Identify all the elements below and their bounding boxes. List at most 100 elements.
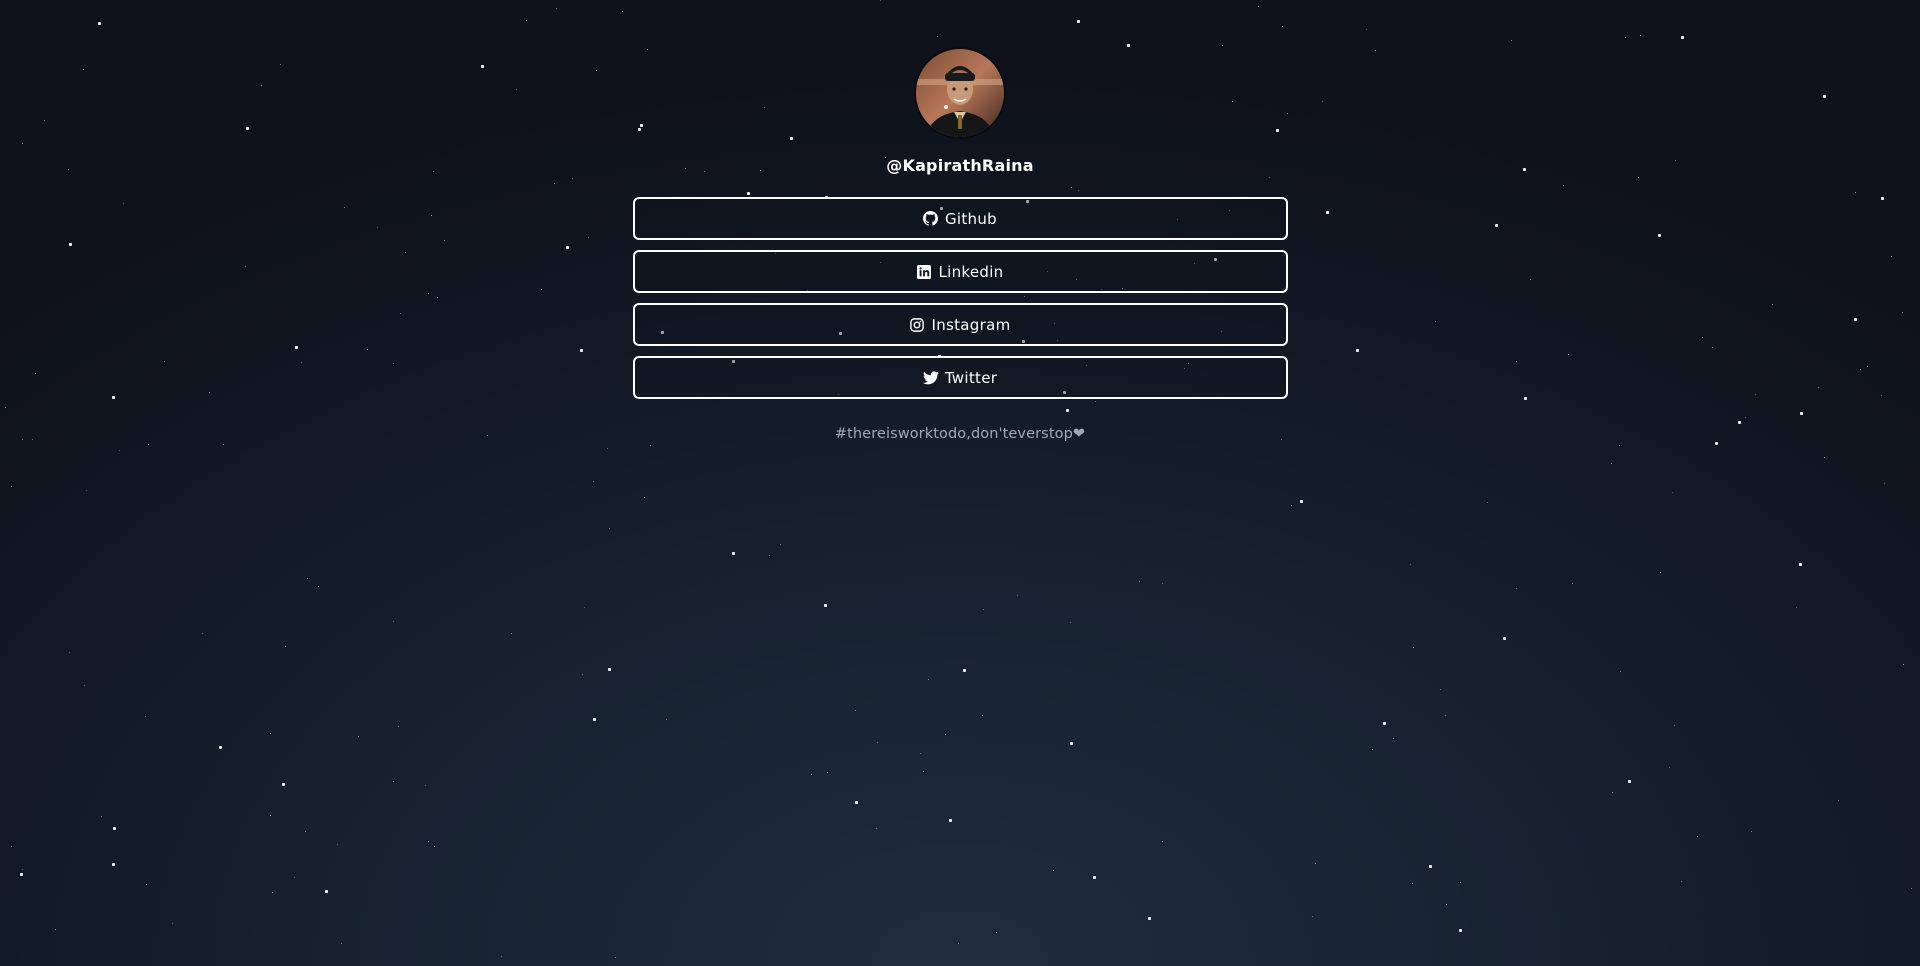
profile-photo-icon [916, 49, 1004, 137]
star-dot [223, 444, 224, 445]
star-dot [963, 669, 966, 672]
star-dot [119, 450, 120, 451]
star-dot [1372, 749, 1373, 750]
star-dot [86, 490, 87, 491]
star-dot [398, 726, 399, 727]
star-dot [958, 943, 959, 944]
star-dot [1300, 500, 1303, 503]
star-dot [1459, 929, 1462, 932]
star-dot [1139, 581, 1140, 582]
star-dot [876, 828, 877, 829]
star-dot [1751, 831, 1752, 832]
star-dot [434, 846, 435, 847]
star-dot [1612, 792, 1613, 793]
star-dot [1503, 637, 1506, 640]
star-dot [1903, 664, 1904, 665]
star-dot [270, 733, 271, 734]
star-dot [666, 719, 667, 720]
star-dot [1393, 738, 1394, 739]
star-dot [101, 816, 102, 817]
instagram-label: Instagram [931, 315, 1011, 334]
star-dot [1620, 671, 1621, 672]
star-dot [923, 771, 924, 772]
star-dot [1681, 881, 1682, 882]
star-dot [593, 481, 594, 482]
star-dot [501, 956, 502, 957]
star-dot [920, 753, 921, 754]
star-dot [1413, 647, 1414, 648]
star-dot [112, 863, 115, 866]
star-dot [824, 604, 827, 607]
twitter-icon [922, 370, 939, 386]
instagram-link-button[interactable]: Instagram [632, 303, 1288, 346]
username-handle: @KapirathRaina [886, 156, 1034, 175]
star-dot [1838, 800, 1839, 801]
star-dot [1412, 883, 1413, 884]
star-dot [219, 746, 222, 749]
linkedin-label: Linkedin [938, 262, 1004, 281]
star-dot [1487, 502, 1488, 503]
star-dot [341, 943, 342, 944]
star-dot [325, 890, 328, 893]
star-dot [582, 674, 583, 675]
star-dot [732, 552, 735, 555]
star-dot [1611, 463, 1612, 464]
profile-page: @KapirathRaina Github Linkedin Instagram… [0, 0, 1920, 442]
star-dot [1824, 457, 1825, 458]
star-dot [1572, 583, 1573, 584]
star-dot [270, 815, 271, 816]
star-dot [1410, 564, 1411, 565]
star-dot [69, 652, 70, 653]
star-dot [511, 633, 512, 634]
star-dot [1053, 870, 1054, 871]
star-dot [20, 873, 23, 876]
star-dot [1460, 882, 1461, 883]
star-dot [393, 621, 394, 622]
star-dot [11, 846, 12, 847]
star-dot [1660, 572, 1661, 573]
star-dot [1315, 863, 1316, 864]
star-dot [650, 445, 651, 446]
star-dot [1017, 595, 1018, 596]
star-dot [428, 841, 429, 842]
star-dot [949, 819, 952, 822]
star-dot [113, 827, 116, 830]
star-dot [294, 877, 295, 878]
star-dot [615, 957, 616, 958]
star-dot [148, 444, 149, 445]
star-dot [393, 781, 394, 782]
github-link-button[interactable]: Github [632, 197, 1288, 240]
star-dot [1628, 780, 1631, 783]
star-dot [593, 718, 596, 721]
star-dot [172, 923, 173, 924]
star-dot [1162, 841, 1163, 842]
star-dot [1446, 904, 1447, 905]
twitter-link-button[interactable]: Twitter [632, 356, 1288, 399]
star-dot [811, 774, 812, 775]
star-dot [769, 555, 770, 556]
star-dot [11, 486, 12, 487]
star-dot [1383, 722, 1386, 725]
star-dot [1715, 442, 1718, 445]
star-dot [318, 586, 319, 587]
star-dot [1799, 563, 1802, 566]
star-dot [337, 844, 338, 845]
star-dot [827, 772, 828, 773]
footer-tagline: #thereisworktodo,don'teverstop❤ [835, 426, 1085, 442]
heart-icon: ❤ [1072, 426, 1086, 442]
star-dot [1312, 916, 1313, 917]
star-dot [272, 892, 273, 893]
star-dot [202, 633, 203, 634]
star-dot [1070, 742, 1073, 745]
star-dot [982, 715, 983, 716]
star-dot [307, 578, 308, 579]
star-dot [607, 448, 608, 449]
star-dot [282, 783, 285, 786]
star-dot [1796, 607, 1797, 608]
star-dot [55, 929, 56, 930]
linkedin-link-button[interactable]: Linkedin [632, 250, 1288, 293]
star-dot [584, 607, 585, 608]
star-dot [1070, 622, 1071, 623]
star-dot [1619, 445, 1620, 446]
star-dot [983, 609, 984, 610]
